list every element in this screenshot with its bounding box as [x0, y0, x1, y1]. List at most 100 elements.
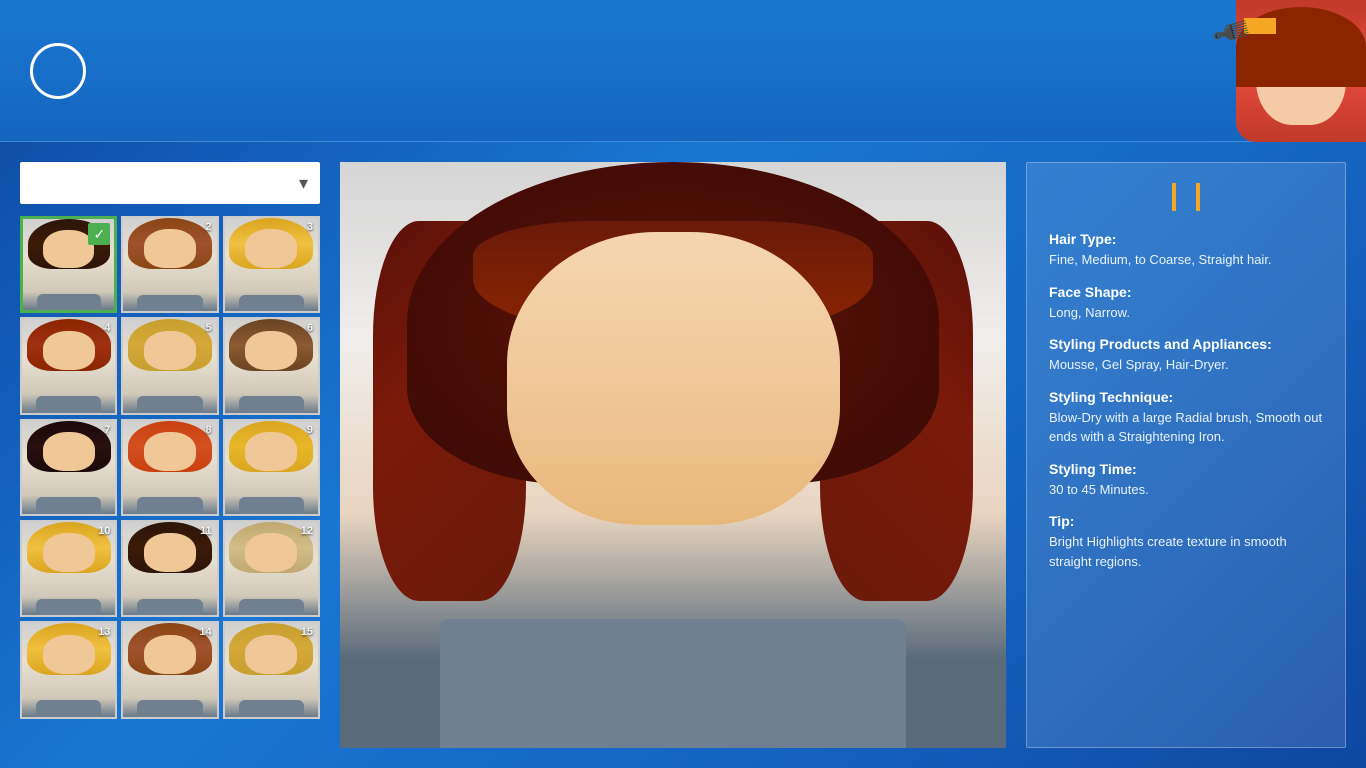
thumb-shirt: [36, 700, 101, 717]
style-thumb-3[interactable]: 3: [223, 216, 320, 313]
thumb-shirt: [239, 396, 304, 413]
style-thumb-14[interactable]: 14: [121, 621, 218, 718]
style-thumb-num: 3: [307, 221, 313, 233]
style-thumb-15[interactable]: 15: [223, 621, 320, 718]
thumb-face: [144, 635, 196, 674]
info-section-1: Hair Type: Fine, Medium, to Coarse, Strai…: [1049, 231, 1323, 270]
thumb-face: [43, 533, 95, 572]
thumb-shirt: [36, 599, 101, 616]
style-thumb-6[interactable]: 6: [223, 317, 320, 414]
style-thumb-12[interactable]: 12: [223, 520, 320, 617]
category-dropdown[interactable]: ▾: [20, 162, 320, 204]
info-section-value-6: Bright Highlights create texture in smoo…: [1049, 532, 1323, 571]
thumb-shirt: [37, 294, 101, 310]
info-title: [1049, 183, 1323, 211]
info-section-label-1: Hair Type:: [1049, 231, 1323, 247]
thumb-container: [225, 218, 318, 311]
info-section-label-4: Styling Technique:: [1049, 389, 1323, 405]
main-content: ▾ ✓ 2 3 4 5 6 7 8 9 10 11 12 13 14 15 Hair Type: Fine, …: [0, 142, 1366, 768]
style-thumb-8[interactable]: 8: [121, 419, 218, 516]
thumb-container: [123, 319, 216, 412]
preview-figure: [340, 162, 1006, 748]
header: 🪮: [0, 0, 1366, 142]
info-section-value-1: Fine, Medium, to Coarse, Straight hair.: [1049, 250, 1323, 270]
style-thumb-num: 5: [206, 322, 212, 334]
thumb-shirt: [137, 295, 202, 312]
style-grid: ✓ 2 3 4 5 6 7 8 9 10 11 12 13 14 15: [20, 216, 320, 719]
thumb-shirt: [36, 497, 101, 514]
preview-face: [507, 232, 840, 525]
preview-shirt: [440, 619, 906, 748]
style-thumb-num: 10: [98, 525, 110, 537]
thumb-face: [245, 635, 297, 674]
back-button[interactable]: [30, 43, 86, 99]
style-thumb-4[interactable]: 4: [20, 317, 117, 414]
thumb-face: [144, 229, 196, 268]
style-list-panel: ▾ ✓ 2 3 4 5 6 7 8 9 10 11 12 13 14 15: [20, 162, 320, 748]
thumb-face: [43, 432, 95, 471]
info-section-value-4: Blow-Dry with a large Radial brush, Smoo…: [1049, 408, 1323, 447]
info-section-value-5: 30 to 45 Minutes.: [1049, 480, 1323, 500]
thumb-shirt: [239, 295, 304, 312]
style-thumb-10[interactable]: 10: [20, 520, 117, 617]
style-thumb-num: 2: [206, 221, 212, 233]
style-thumb-2[interactable]: 2: [121, 216, 218, 313]
info-section-5: Styling Time: 30 to 45 Minutes.: [1049, 461, 1323, 500]
info-sections: Hair Type: Fine, Medium, to Coarse, Strai…: [1049, 231, 1323, 571]
thumb-shirt: [239, 599, 304, 616]
info-section-6: Tip: Bright Highlights create texture in …: [1049, 513, 1323, 571]
info-section-3: Styling Products and Appliances: Mousse, …: [1049, 336, 1323, 375]
thumb-face: [245, 331, 297, 370]
style-thumb-5[interactable]: 5: [121, 317, 218, 414]
info-section-label-5: Styling Time:: [1049, 461, 1323, 477]
style-thumb-num: 15: [301, 626, 313, 638]
thumb-container: [225, 421, 318, 514]
info-panel: Hair Type: Fine, Medium, to Coarse, Strai…: [1026, 162, 1346, 748]
style-thumb-num: 7: [104, 424, 110, 436]
chevron-down-icon: ▾: [299, 173, 308, 194]
preview-panel: [340, 162, 1006, 748]
thumb-face: [245, 533, 297, 572]
selected-checkmark: ✓: [88, 223, 110, 245]
thumb-container: [22, 421, 115, 514]
thumb-container: [123, 218, 216, 311]
brand-logo: 🪮: [1056, 0, 1366, 142]
title-bar-left: [1172, 183, 1176, 211]
thumb-shirt: [239, 700, 304, 717]
style-thumb-num: 9: [307, 424, 313, 436]
style-thumb-13[interactable]: 13: [20, 621, 117, 718]
style-thumb-num: 8: [206, 424, 212, 436]
style-thumb-11[interactable]: 11: [121, 520, 218, 617]
info-section-label-3: Styling Products and Appliances:: [1049, 336, 1323, 352]
thumb-shirt: [137, 396, 202, 413]
info-section-value-2: Long, Narrow.: [1049, 303, 1323, 323]
info-section-4: Styling Technique: Blow-Dry with a large …: [1049, 389, 1323, 447]
thumb-face: [144, 533, 196, 572]
thumb-face: [245, 229, 297, 268]
thumb-container: [123, 421, 216, 514]
style-thumb-7[interactable]: 7: [20, 419, 117, 516]
thumb-face: [245, 432, 297, 471]
style-thumb-num: 4: [104, 322, 110, 334]
thumb-shirt: [137, 497, 202, 514]
info-section-label-6: Tip:: [1049, 513, 1323, 529]
style-thumb-9[interactable]: 9: [223, 419, 320, 516]
title-bar-right: [1196, 183, 1200, 211]
thumb-shirt: [36, 396, 101, 413]
thumb-shirt: [137, 599, 202, 616]
style-thumb-num: 6: [307, 322, 313, 334]
thumb-face: [43, 230, 94, 268]
style-thumb-num: 14: [199, 626, 211, 638]
thumb-face: [43, 331, 95, 370]
thumb-container: [22, 319, 115, 412]
thumb-shirt: [137, 700, 202, 717]
style-thumb-num: 11: [200, 525, 212, 537]
thumb-face: [144, 331, 196, 370]
thumb-face: [144, 432, 196, 471]
info-section-2: Face Shape:Long, Narrow.: [1049, 284, 1323, 323]
style-thumb-num: 12: [301, 525, 313, 537]
style-thumb-1[interactable]: ✓: [20, 216, 117, 313]
thumb-face: [43, 635, 95, 674]
info-section-value-3: Mousse, Gel Spray, Hair-Dryer.: [1049, 355, 1323, 375]
style-thumb-num: 13: [98, 626, 110, 638]
